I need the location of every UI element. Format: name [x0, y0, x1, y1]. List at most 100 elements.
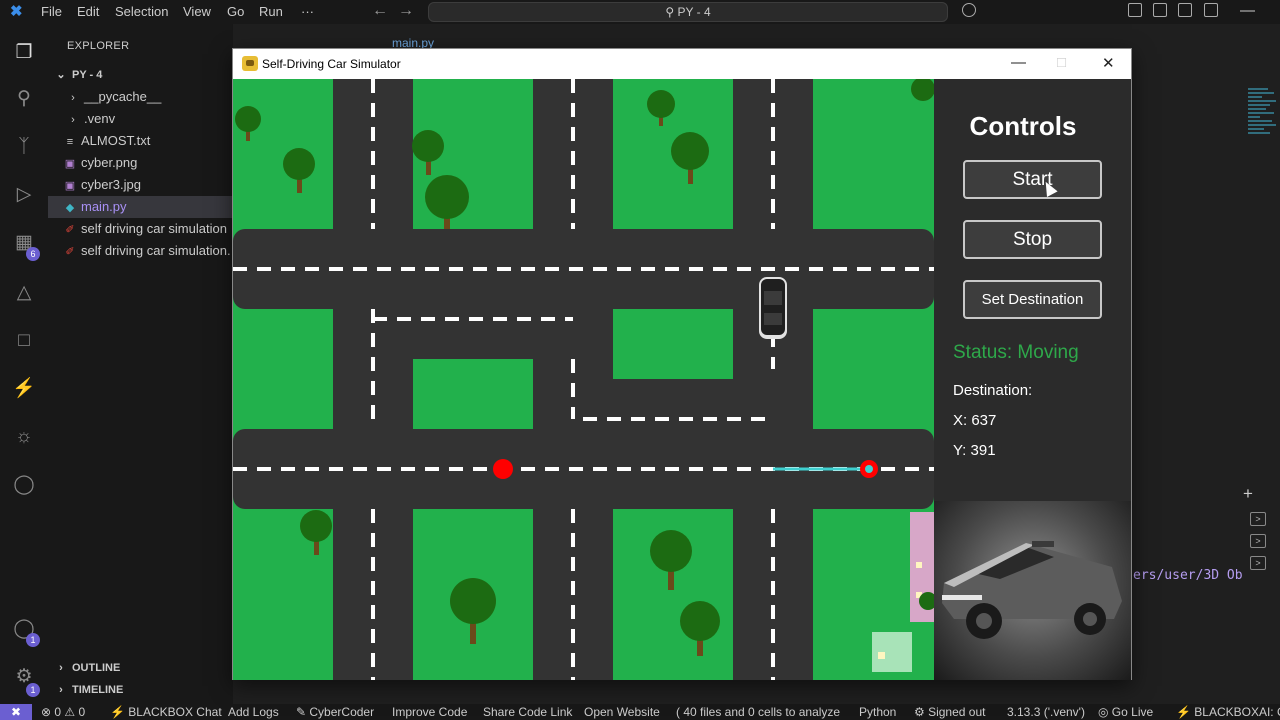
minimap[interactable] — [1248, 86, 1278, 236]
simulator-window: Self-Driving Car Simulator — □ ✕ Control… — [232, 48, 1132, 680]
car-photo — [934, 501, 1131, 680]
road-connector — [533, 379, 773, 429]
set-destination-button[interactable]: Set Destination — [963, 280, 1102, 319]
terminal-icon[interactable]: > — [1250, 556, 1266, 570]
cybertruck-image — [942, 541, 1122, 639]
chevron-right-icon: › — [59, 662, 63, 674]
image-file-icon: ▣ — [64, 158, 76, 170]
file-item[interactable]: › __pycache__ — [48, 86, 233, 108]
tree — [412, 130, 444, 175]
layout-icon[interactable] — [1128, 3, 1142, 17]
destination-y: Y: 391 — [953, 442, 996, 459]
controls-title: Controls — [969, 111, 1077, 141]
file-label: .venv — [84, 111, 116, 126]
interpreter-status[interactable]: 3.13.3 ('.venv') — [1007, 704, 1085, 720]
file-label: __pycache__ — [84, 89, 162, 104]
problems-status[interactable]: ⊗ 0 ⚠ 0 — [41, 704, 85, 720]
go-live-status[interactable]: ◎ Go Live — [1098, 704, 1153, 720]
tree — [450, 578, 496, 644]
analyze-status[interactable]: ( 40 files and 0 cells to analyze — [676, 704, 840, 720]
blackbox-icon[interactable]: ⚡ — [12, 377, 36, 401]
new-terminal-icon[interactable]: + — [1243, 484, 1253, 504]
improve-code-status[interactable]: Improve Code — [392, 704, 467, 720]
menu-go[interactable]: Go — [227, 4, 244, 19]
toggle-secondary-sidebar-icon[interactable] — [1204, 3, 1218, 17]
stop-button[interactable]: Stop — [963, 220, 1102, 259]
share-code-link-status[interactable]: Share Code Link — [483, 704, 572, 720]
destination-label: Destination: — [953, 382, 1033, 399]
file-item[interactable]: › .venv — [48, 108, 233, 130]
source-control-icon[interactable]: ᛉ — [12, 135, 36, 159]
explorer-icon[interactable]: ❐ — [12, 41, 36, 65]
file-item[interactable]: ▣ cyber3.jpg — [48, 174, 233, 196]
menu-selection[interactable]: Selection — [115, 4, 168, 19]
simulator-title: Self-Driving Car Simulator — [262, 57, 401, 71]
cybercoder-status[interactable]: ✎ CyberCoder — [296, 704, 374, 720]
search-icon[interactable]: ⚲ — [12, 87, 36, 111]
minimize-icon[interactable]: — — [1240, 2, 1255, 19]
activity-bar: ❐ ⚲ ᛉ ▷ ▦ 6 △ □ ⚡ ☼ ◯ ◯ 1 ⚙ 1 — [0, 24, 48, 704]
outline-label: OUTLINE — [72, 662, 121, 674]
terminal-icon[interactable]: > — [1250, 534, 1266, 548]
file-item[interactable]: ✐ self driving car simulation — [48, 218, 233, 240]
building-window — [916, 562, 922, 568]
language-status[interactable]: Python — [859, 704, 896, 720]
explorer-sidebar: EXPLORER ⌄ PY - 4 › __pycache__ › .venv ≡ ALMO… — [48, 24, 233, 704]
outline-section[interactable]: › OUTLINE — [48, 657, 233, 679]
city-map-canvas[interactable] — [233, 79, 934, 680]
file-item[interactable]: ▣ cyber.png — [48, 152, 233, 174]
road-connector — [373, 359, 413, 429]
tree — [911, 79, 934, 101]
testing-icon[interactable]: △ — [12, 281, 36, 305]
minimize-icon[interactable]: — — [1011, 54, 1026, 71]
terminal-list: > > > — [1250, 512, 1274, 578]
copilot-icon[interactable] — [962, 3, 976, 17]
account-badge: 1 — [26, 633, 40, 647]
search-text: PY - 4 — [677, 5, 711, 19]
menu-view[interactable]: View — [183, 4, 211, 19]
open-website-status[interactable]: Open Website — [584, 704, 660, 720]
remote-explorer-icon[interactable]: □ — [12, 329, 36, 353]
self-driving-car — [759, 277, 787, 339]
python-file-icon: ◆ — [65, 202, 75, 214]
timeline-section[interactable]: › TIMELINE — [48, 679, 233, 701]
github-icon[interactable]: ◯ — [12, 473, 36, 497]
run-debug-icon[interactable]: ▷ — [12, 183, 36, 207]
signed-out-status[interactable]: ⚙ Signed out — [914, 704, 985, 720]
simulator-title-bar: Self-Driving Car Simulator — □ ✕ — [233, 49, 1131, 79]
tree — [425, 175, 469, 229]
controls-panel: Controls Start Stop Set Destination Stat… — [934, 79, 1131, 680]
chevron-right-icon: › — [71, 114, 75, 126]
back-arrow-icon[interactable]: ← — [372, 2, 388, 20]
file-item[interactable]: ✐ self driving car simulation. — [48, 240, 233, 262]
toggle-sidebar-icon[interactable] — [1153, 3, 1167, 17]
text-file-icon: ≡ — [66, 136, 74, 148]
explorer-header: EXPLORER — [67, 40, 130, 52]
terminal-icon[interactable]: > — [1250, 512, 1266, 526]
file-label: main.py — [81, 199, 127, 214]
forward-arrow-icon[interactable]: → — [398, 2, 414, 20]
toggle-panel-icon[interactable] — [1178, 3, 1192, 17]
remote-indicator-icon[interactable]: ✖ — [0, 704, 32, 720]
settings-badge: 1 — [26, 683, 40, 697]
blackboxai-status[interactable]: ⚡ BLACKBOXAI: Op — [1176, 704, 1280, 720]
tree — [647, 90, 675, 126]
menu-more[interactable]: ··· — [301, 4, 314, 19]
start-button[interactable]: Start — [963, 160, 1102, 199]
menu-edit[interactable]: Edit — [77, 4, 99, 19]
command-center-search[interactable]: ⚲ PY - 4 — [428, 2, 948, 22]
file-item[interactable]: ≡ ALMOST.txt — [48, 130, 233, 152]
file-label: ALMOST.txt — [81, 133, 151, 148]
genie-icon[interactable]: ☼ — [12, 425, 36, 449]
tree — [680, 601, 720, 656]
tree — [300, 510, 332, 555]
chevron-right-icon: › — [59, 684, 63, 696]
menu-file[interactable]: File — [41, 4, 62, 19]
add-logs-status[interactable]: Add Logs — [228, 704, 279, 720]
file-item[interactable]: ◆ main.py — [48, 196, 233, 218]
menu-run[interactable]: Run — [259, 4, 283, 19]
blackbox-chat-status[interactable]: ⚡ BLACKBOX Chat — [110, 704, 222, 720]
destination-x: X: 637 — [953, 412, 997, 429]
root-folder[interactable]: ⌄ PY - 4 — [48, 64, 233, 86]
close-icon[interactable]: ✕ — [1102, 54, 1115, 72]
